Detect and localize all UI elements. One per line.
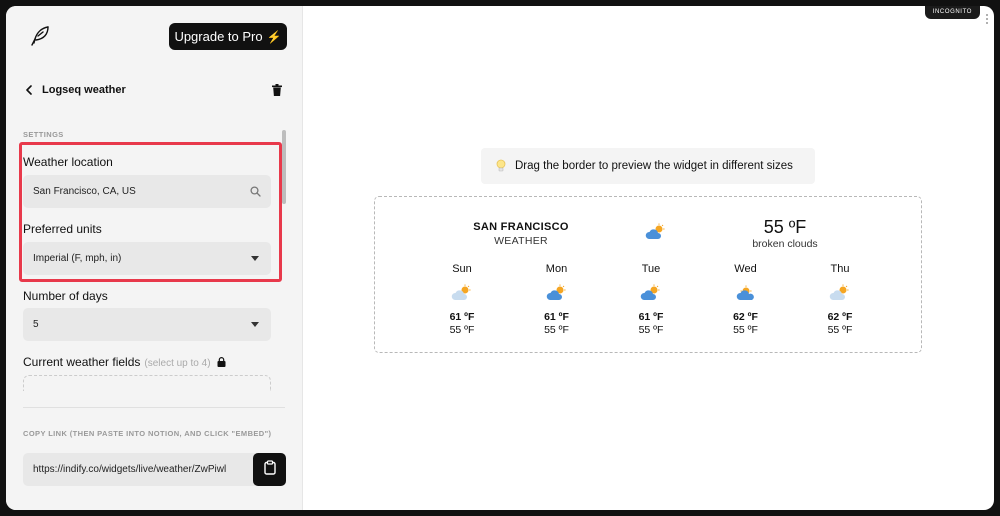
forecast-day: Mon 61 ºF 55 ºF: [512, 263, 602, 336]
select-limit-hint: (select up to 4): [144, 358, 211, 369]
embed-link-input[interactable]: https://indify.co/widgets/live/weather/Z…: [23, 453, 255, 486]
forecast-high: 61 ºF: [544, 311, 569, 323]
current-conditions: broken clouds: [752, 238, 818, 250]
sun-cloud-icon: [645, 223, 667, 241]
number-of-days-select[interactable]: 5: [23, 308, 271, 341]
sun-cloud-icon: [640, 284, 662, 302]
forecast-day: Tue 61 ºF 55 ºF: [606, 263, 696, 336]
forecast-high: 61 ºF: [449, 311, 475, 323]
lightbulb-icon: [495, 159, 507, 173]
sun-cloud-light-icon: [829, 284, 851, 302]
forecast-day-name: Sun: [452, 263, 472, 275]
settings-sidebar: Upgrade to Pro ⚡ Logseq weather SETTINGS…: [6, 6, 303, 510]
city-name: SAN FRANCISCO: [473, 221, 569, 233]
sidebar-scrollbar[interactable]: [282, 130, 286, 204]
chevron-down-icon: [249, 319, 261, 331]
upgrade-button-label: Upgrade to Pro: [174, 29, 263, 44]
forecast-row: Sun 61 ºF 55 ºF Mon 61 ºF 55 ºF Tue 61 º…: [417, 263, 885, 336]
weather-fields-dropzone[interactable]: [23, 375, 271, 391]
weather-location-input[interactable]: San Francisco, CA, US: [23, 175, 271, 208]
upgrade-button[interactable]: Upgrade to Pro ⚡: [169, 23, 287, 50]
number-of-days-label: Number of days: [23, 289, 108, 303]
weather-widget-preview[interactable]: SAN FRANCISCO WEATHER 55 ºF broken cloud…: [374, 196, 922, 353]
forecast-high: 61 ºF: [638, 311, 664, 323]
forecast-high: 62 ºF: [827, 311, 853, 323]
forecast-day-name: Tue: [641, 263, 661, 275]
forecast-day-name: Wed: [734, 263, 757, 275]
widget-header: Logseq weather: [22, 80, 284, 100]
clipboard-icon: [263, 459, 276, 480]
search-icon: [249, 186, 261, 198]
forecast-day: Wed 62 ºF 55 ºF: [701, 263, 791, 336]
lightning-icon: ⚡: [266, 29, 282, 44]
lock-icon: [217, 356, 226, 367]
preferred-units-select[interactable]: Imperial (F, mph, in): [23, 242, 271, 275]
widget-title: Logseq weather: [42, 84, 126, 96]
embed-link-value: https://indify.co/widgets/live/weather/Z…: [33, 464, 227, 475]
more-menu-icon[interactable]: [986, 14, 990, 24]
forecast-day: Thu 62 ºF 55 ºF: [795, 263, 885, 336]
incognito-badge: INCOGNITO: [924, 6, 980, 19]
back-icon[interactable]: [22, 83, 36, 97]
forecast-high: 62 ºF: [733, 311, 758, 323]
chevron-down-icon: [249, 253, 261, 265]
browser-window: INCOGNITO Upgrade to Pro ⚡ Logseq weathe…: [6, 6, 994, 510]
preferred-units-label: Preferred units: [23, 222, 102, 236]
cloud-sun-behind-icon: [735, 284, 757, 302]
section-divider: [23, 407, 285, 408]
copy-link-label: COPY LINK (THEN PASTE INTO NOTION, AND C…: [23, 429, 272, 438]
sun-cloud-light-icon: [451, 284, 473, 302]
forecast-day-name: Thu: [830, 263, 850, 275]
forecast-day: Sun 61 ºF 55 ºF: [417, 263, 507, 336]
weather-location-label: Weather location: [23, 155, 113, 169]
current-weather-fields-label: Current weather fields (select up to 4): [23, 355, 226, 369]
current-weather-fields-text: Current weather fields: [23, 355, 141, 369]
settings-section-label: SETTINGS: [23, 130, 64, 139]
city-subtitle: WEATHER: [494, 235, 548, 247]
copy-link-button[interactable]: [253, 453, 286, 486]
resize-tip: Drag the border to preview the widget in…: [481, 148, 815, 184]
weather-location-value: San Francisco, CA, US: [33, 186, 136, 197]
feather-logo-icon[interactable]: [28, 24, 52, 48]
forecast-low: 55 ºF: [638, 324, 664, 336]
number-of-days-value: 5: [33, 319, 39, 330]
current-temperature: 55 ºF: [763, 217, 807, 237]
sun-cloud-icon: [546, 284, 568, 302]
trash-icon[interactable]: [270, 83, 284, 97]
forecast-low: 55 ºF: [827, 324, 853, 336]
forecast-low: 55 ºF: [449, 324, 475, 336]
resize-tip-text: Drag the border to preview the widget in…: [515, 160, 793, 172]
forecast-low: 55 ºF: [733, 324, 758, 336]
forecast-day-name: Mon: [545, 263, 568, 275]
forecast-low: 55 ºF: [544, 324, 569, 336]
preferred-units-value: Imperial (F, mph, in): [33, 253, 122, 264]
